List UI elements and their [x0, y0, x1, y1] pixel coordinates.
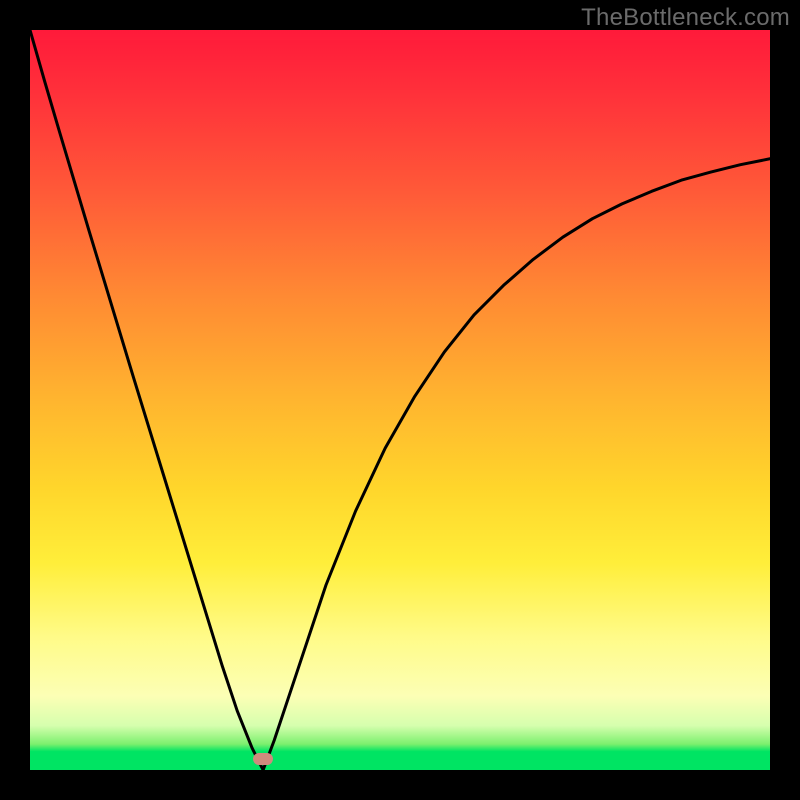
minimum-marker — [253, 753, 273, 765]
chart-plot-area — [30, 30, 770, 770]
watermark-text: TheBottleneck.com — [581, 4, 790, 32]
bottleneck-curve — [30, 30, 770, 770]
chart-frame: TheBottleneck.com — [0, 0, 800, 800]
